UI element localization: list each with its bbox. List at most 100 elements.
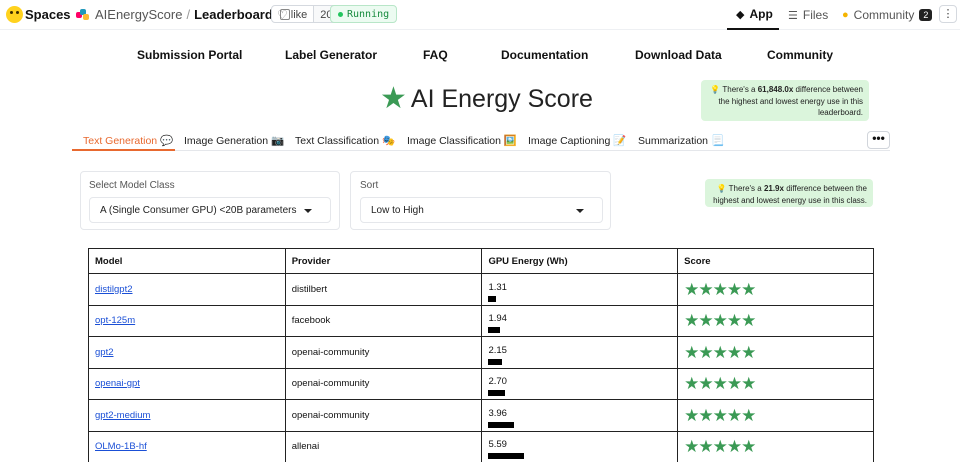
- energy-bar: [488, 358, 503, 365]
- global-difference-tip: 💡 There's a 61,848.0x difference between…: [701, 80, 869, 121]
- space-name-link[interactable]: Leaderboard: [194, 7, 273, 22]
- energy-cell: 2.15: [481, 336, 679, 369]
- score-stars-icon: ★★★★★: [684, 342, 756, 362]
- status-dot-icon: [338, 11, 343, 17]
- energy-value: 2.15: [488, 344, 507, 356]
- nav-submission-portal[interactable]: Submission Portal: [137, 48, 242, 62]
- heart-icon: ♡: [277, 8, 288, 22]
- status-text: Running: [347, 8, 390, 20]
- more-tabs-button[interactable]: •••: [867, 131, 890, 149]
- energy-value: 5.59: [488, 439, 507, 451]
- score-cell: ★★★★★: [677, 273, 874, 306]
- model-cell: gpt2-medium: [88, 399, 286, 432]
- page-title-text: AI Energy Score: [410, 84, 593, 113]
- breadcrumb: AIEnergyScore / Leaderboard: [76, 7, 290, 22]
- provider-cell: openai-community: [284, 367, 483, 400]
- nav-download-data[interactable]: Download Data: [635, 48, 722, 62]
- nav-community[interactable]: Community: [767, 48, 833, 62]
- model-cell: opt-125m: [88, 304, 286, 337]
- energy-bar: [488, 453, 525, 460]
- tab-image-classification[interactable]: Image Classification 🖼️: [407, 134, 517, 147]
- tab-community-label: Community: [853, 8, 915, 22]
- tab-summarization[interactable]: Summarization 📃: [638, 134, 724, 147]
- col-header-gpu-energy[interactable]: GPU Energy (Wh): [481, 248, 679, 274]
- space-owner-link[interactable]: AIEnergyScore: [95, 7, 182, 22]
- community-count-badge: 2: [919, 9, 933, 21]
- sort-label: Sort: [360, 180, 379, 191]
- sort-panel: Sort Low to High: [350, 171, 611, 230]
- hf-topbar: Spaces AIEnergyScore / Leaderboard ♡ like…: [0, 0, 960, 30]
- tab-image-generation[interactable]: Image Generation 📷: [184, 134, 284, 147]
- model-link[interactable]: gpt2-medium: [95, 410, 150, 421]
- model-link[interactable]: gpt2: [95, 347, 114, 358]
- model-class-dropdown[interactable]: A (Single Consumer GPU) <20B parameters: [89, 197, 331, 223]
- files-icon: ☰: [788, 9, 798, 22]
- table-row: OLMo-1B-hf allenai 5.59 ★★★★★: [88, 430, 874, 462]
- nav-documentation[interactable]: Documentation: [501, 48, 588, 62]
- provider-cell: distilbert: [284, 273, 483, 306]
- table-header-row: Model Provider GPU Energy (Wh) Score: [88, 248, 874, 274]
- tab-files[interactable]: ☰ Files: [788, 0, 828, 30]
- tip-class-value: 21.9x: [763, 184, 784, 193]
- col-header-model[interactable]: Model: [88, 248, 286, 274]
- energy-value: 2.70: [488, 376, 507, 388]
- task-tabs: Text Generation 💬 Image Generation 📷 Tex…: [72, 128, 890, 151]
- score-stars-icon: ★★★★★: [684, 279, 756, 299]
- tab-app-label: App: [749, 7, 773, 21]
- energy-cell: 5.59: [481, 430, 679, 462]
- spaces-link[interactable]: Spaces: [25, 7, 71, 22]
- nav-faq[interactable]: FAQ: [423, 48, 448, 62]
- status-badge[interactable]: Running: [330, 5, 398, 23]
- tip-class-pre: 💡 There's a: [716, 184, 764, 193]
- table-row: distilgpt2 distilbert 1.31 ★★★★★: [88, 273, 874, 306]
- score-cell: ★★★★★: [677, 304, 874, 337]
- model-cell: openai-gpt: [88, 367, 286, 400]
- model-link[interactable]: OLMo-1B-hf: [95, 441, 147, 452]
- tip-global-value: 61,848.0x: [757, 85, 794, 94]
- score-cell: ★★★★★: [677, 336, 874, 369]
- provider-cell: openai-community: [284, 399, 483, 432]
- score-cell: ★★★★★: [677, 367, 874, 400]
- cube-icon: ◆: [736, 8, 745, 21]
- score-stars-icon: ★★★★★: [684, 311, 756, 331]
- more-options-button[interactable]: ⋮: [939, 5, 957, 23]
- score-stars-icon: ★★★★★: [684, 374, 756, 394]
- tip-global-pre: 💡 There's a: [710, 85, 758, 94]
- model-cell: gpt2: [88, 336, 286, 369]
- model-link[interactable]: distilgpt2: [95, 284, 133, 295]
- score-cell: ★★★★★: [677, 399, 874, 432]
- table-row: openai-gpt openai-community 2.70 ★★★★★: [88, 367, 874, 400]
- sort-value: Low to High: [371, 204, 424, 216]
- energy-value: 3.96: [488, 407, 507, 419]
- model-cell: distilgpt2: [88, 273, 286, 306]
- sort-dropdown[interactable]: Low to High: [360, 197, 603, 223]
- like-label: like: [290, 9, 308, 21]
- community-icon: ●: [842, 9, 849, 21]
- nav-label-generator[interactable]: Label Generator: [285, 48, 377, 62]
- tab-app[interactable]: ◆ App: [727, 0, 779, 30]
- energy-value: 1.31: [488, 281, 507, 293]
- score-cell: ★★★★★: [677, 430, 874, 462]
- huggingface-logo-icon[interactable]: [6, 6, 23, 23]
- tab-image-captioning[interactable]: Image Captioning 📝: [528, 134, 626, 147]
- tab-community[interactable]: ● Community 2: [842, 0, 933, 30]
- table-row: gpt2-medium openai-community 3.96 ★★★★★: [88, 399, 874, 432]
- col-header-provider[interactable]: Provider: [284, 248, 483, 274]
- model-link[interactable]: openai-gpt: [95, 378, 140, 389]
- breadcrumb-separator: /: [186, 7, 191, 22]
- model-link[interactable]: opt-125m: [95, 315, 135, 326]
- class-difference-tip: 💡 There's a 21.9x difference between the…: [705, 179, 873, 207]
- col-header-score[interactable]: Score: [677, 248, 874, 274]
- model-class-label: Select Model Class: [89, 180, 175, 191]
- table-row: gpt2 openai-community 2.15 ★★★★★: [88, 336, 874, 369]
- energy-cell: 2.70: [481, 367, 679, 400]
- energy-bar: [488, 390, 506, 397]
- model-cell: OLMo-1B-hf: [88, 430, 286, 462]
- energy-bar: [488, 295, 497, 302]
- score-stars-icon: ★★★★★: [684, 437, 756, 457]
- energy-bar: [488, 327, 501, 334]
- page-title: ★ AI Energy Score: [380, 84, 593, 114]
- tab-text-generation[interactable]: Text Generation 💬: [83, 134, 173, 147]
- energy-cell: 3.96: [481, 399, 679, 432]
- tab-text-classification[interactable]: Text Classification 🎭: [295, 134, 395, 147]
